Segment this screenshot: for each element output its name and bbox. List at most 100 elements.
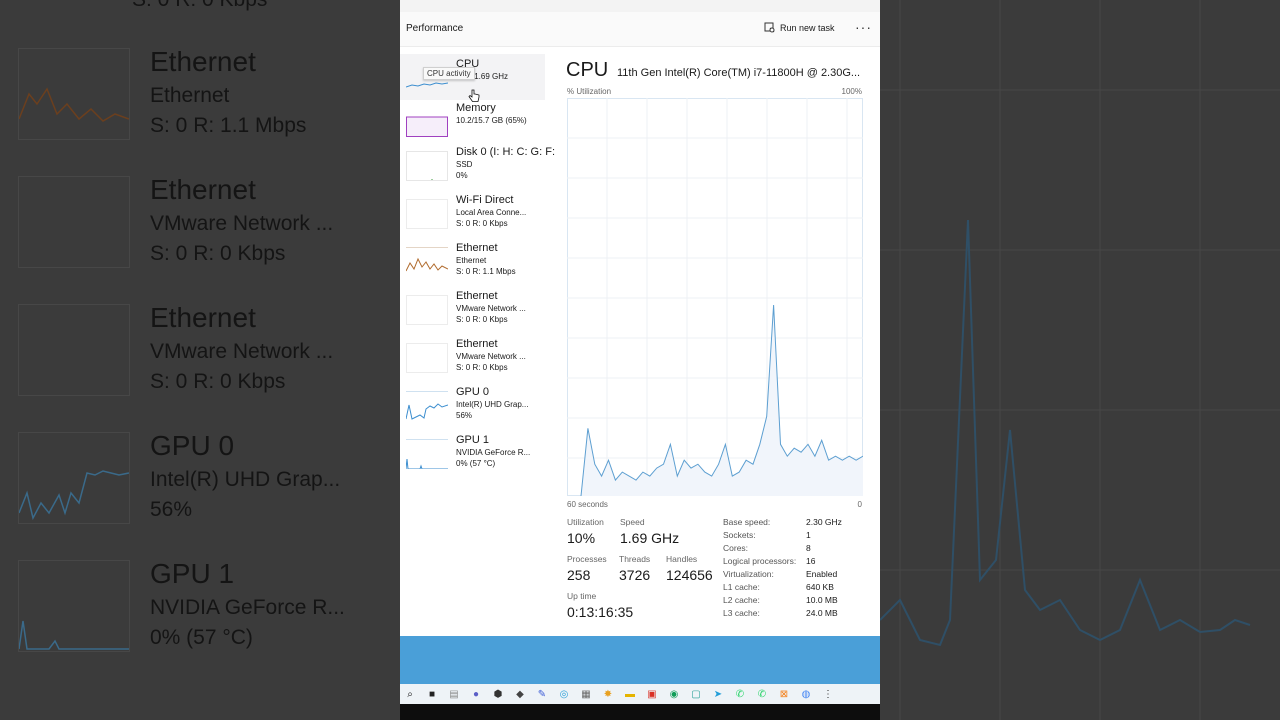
bg-item: GPU 0 Intel(R) UHD Grap... 56% [18, 430, 398, 552]
whatsapp-icon[interactable]: ✆ [732, 686, 748, 702]
whatsapp2-icon[interactable]: ✆ [754, 686, 770, 702]
disk-thumbnail [406, 151, 448, 181]
sidebar-item-gpu-1[interactable]: GPU 1 NVIDIA GeForce R... 0% (57 °C) [400, 434, 550, 480]
sidebar-item-ethernet[interactable]: Ethernet Ethernet S: 0 R: 1.1 Mbps [400, 242, 550, 288]
bg-partial-text: S: 0 R: 0 Kbps [132, 0, 267, 12]
sidebar-item-gpu-0[interactable]: GPU 0 Intel(R) UHD Grap... 56% [400, 386, 550, 432]
utilization-axis-label: % Utilization [567, 87, 612, 96]
sidebar-item-ethernet[interactable]: Ethernet VMware Network ... S: 0 R: 0 Kb… [400, 338, 550, 384]
bg-sub: NVIDIA GeForce R... [150, 596, 345, 619]
start-icon[interactable]: ■ [424, 686, 440, 702]
bg-item: Ethernet VMware Network ... S: 0 R: 0 Kb… [18, 174, 398, 296]
spec-value: 2.30 GHz [806, 517, 842, 527]
speed-label: Speed [620, 517, 645, 527]
more-options-button[interactable]: ··· [855, 19, 872, 35]
xampp-icon[interactable]: ⊠ [776, 686, 792, 702]
app2-icon[interactable]: ◎ [556, 686, 572, 702]
folder-icon[interactable]: ▬ [622, 686, 638, 702]
sidebar-item-label: Disk 0 (I: H: C: G: F: [456, 146, 556, 158]
spec-value: 640 KB [806, 582, 834, 592]
bg-thumb [18, 560, 130, 652]
sidebar-item-detail: SSD [456, 160, 473, 169]
bg-sub: 0% (57 °C) [150, 626, 253, 649]
spec-key: L1 cache: [723, 582, 760, 592]
chat-icon[interactable]: ● [468, 686, 484, 702]
bg-title: Ethernet [150, 302, 256, 333]
bg-title: Ethernet [150, 46, 256, 77]
bg-thumb [18, 176, 130, 268]
bg-sub: 56% [150, 498, 193, 521]
speed-value: 1.69 GHz [620, 530, 680, 546]
handles-label: Handles [666, 554, 698, 564]
sidebar-item-detail: Local Area Conne... [456, 208, 527, 217]
wifi-thumbnail [406, 199, 448, 229]
files-icon[interactable]: ▤ [446, 686, 462, 702]
spec-value: 24.0 MB [806, 608, 838, 618]
processes-label: Processes [567, 554, 607, 564]
ethernet-thumbnail [406, 343, 448, 373]
cpu-detail-panel: CPU 11th Gen Intel(R) Core(TM) i7-11800H… [566, 48, 866, 628]
app4-icon[interactable]: ▢ [688, 686, 704, 702]
spec-value: 16 [806, 556, 816, 566]
gpu0-thumbnail [406, 391, 448, 420]
more-icon[interactable]: ⋮ [820, 686, 836, 702]
game-icon[interactable]: ✸ [600, 686, 616, 702]
run-new-task-button[interactable]: Run new task [764, 22, 835, 33]
handles-value: 124656 [666, 567, 713, 583]
sidebar-item-detail: 0% (57 °C) [456, 459, 496, 468]
bg-sub: S: 0 R: 0 Kbps [150, 242, 286, 265]
store-icon[interactable]: ⬢ [490, 686, 506, 702]
resource-sidebar: CPU 10% 1.69 GHz Memory 10.2/15.7 GB (65… [400, 48, 555, 488]
bottom-bar [400, 704, 880, 720]
spec-key: Sockets: [723, 530, 756, 540]
sidebar-item-detail: 56% [456, 411, 473, 420]
bg-sub: S: 0 R: 0 Kbps [150, 370, 286, 393]
sidebar-item-detail: 0% [456, 171, 468, 180]
bg-item: Ethernet VMware Network ... S: 0 R: 0 Kb… [18, 302, 398, 424]
spec-key: L2 cache: [723, 595, 760, 605]
chrome-icon[interactable]: ◍ [798, 686, 814, 702]
telegram-icon[interactable]: ➤ [710, 686, 726, 702]
processes-value: 258 [567, 567, 591, 583]
sidebar-item-disk[interactable]: Disk 0 (I: H: C: G: F: SSD 0% [400, 146, 555, 192]
spec-value: 10.0 MB [806, 595, 838, 605]
gpu1-thumbnail [406, 439, 448, 469]
cpu-activity-tooltip: CPU activity [423, 67, 475, 80]
time-axis-label: 60 seconds [567, 500, 608, 509]
sidebar-item-label: Ethernet [456, 338, 498, 350]
threads-value: 3726 [619, 567, 651, 583]
max-percent-label: 100% [841, 87, 862, 96]
bg-sub: Ethernet [150, 84, 230, 107]
vs-icon[interactable]: ✎ [534, 686, 550, 702]
sidebar-item-ethernet[interactable]: Ethernet VMware Network ... S: 0 R: 0 Kb… [400, 290, 550, 336]
sidebar-item-memory[interactable]: Memory 10.2/15.7 GB (65%) [400, 102, 550, 148]
run-task-icon [764, 22, 775, 33]
sidebar-item-label: Ethernet [456, 290, 498, 302]
background-left: S: 0 R: 0 Kbps Ethernet Ethernet S: 0 R:… [0, 0, 400, 720]
run-task-label: Run new task [780, 22, 835, 33]
sidebar-item-detail: S: 0 R: 0 Kbps [456, 315, 508, 324]
search-icon[interactable]: ⌕ [402, 686, 418, 702]
memory-thumbnail [406, 116, 448, 137]
ethernet-thumbnail [406, 295, 448, 325]
sidebar-item-detail: VMware Network ... [456, 352, 526, 361]
sidebar-item-detail: Intel(R) UHD Grap... [456, 400, 529, 409]
spec-key: Cores: [723, 543, 749, 553]
app-icon[interactable]: ◆ [512, 686, 528, 702]
spec-key: Virtualization: [723, 569, 774, 579]
sidebar-item-detail: S: 0 R: 0 Kbps [456, 363, 508, 372]
pdf-icon[interactable]: ▣ [644, 686, 660, 702]
app3-icon[interactable]: ◉ [666, 686, 682, 702]
spec-key: L3 cache: [723, 608, 760, 618]
page-title: Performance [406, 23, 464, 34]
calc-icon[interactable]: ▦ [578, 686, 594, 702]
sidebar-item-detail: S: 0 R: 0 Kbps [456, 219, 508, 228]
sidebar-item-wifi-direct[interactable]: Wi-Fi Direct Local Area Conne... S: 0 R:… [400, 194, 550, 240]
spec-key: Logical processors: [723, 556, 797, 566]
uptime-value: 0:13:16:35 [567, 604, 634, 620]
sidebar-item-label: Ethernet [456, 242, 498, 254]
uptime-label: Up time [567, 591, 597, 601]
desktop-wallpaper [400, 636, 880, 684]
bg-title: GPU 1 [150, 558, 235, 589]
hand-cursor-icon [468, 89, 480, 106]
